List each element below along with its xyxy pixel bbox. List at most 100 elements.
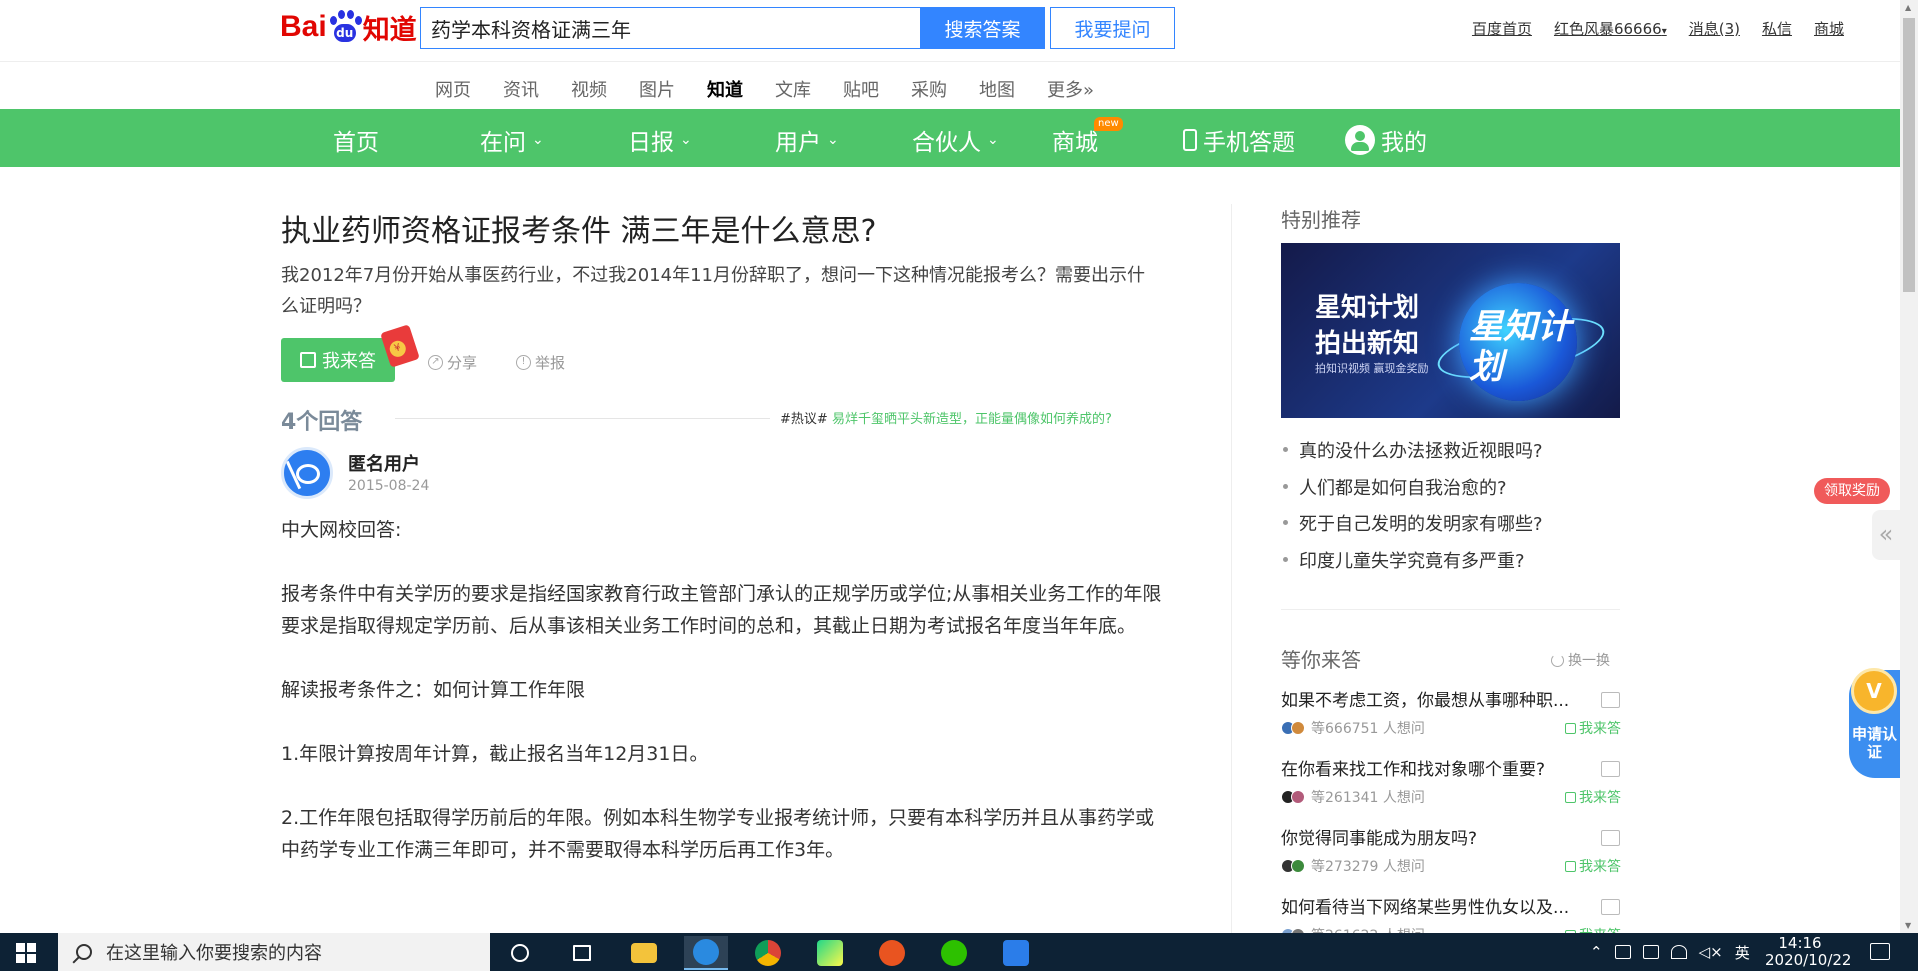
battery-icon[interactable] [1642,945,1659,959]
wait-count: 等666751 人想问 [1311,721,1425,737]
nav-web[interactable]: 网页 [435,70,471,108]
link-username[interactable]: 红色风暴66666▾ [1554,18,1667,39]
nav-wenku[interactable]: 文库 [775,70,811,108]
search-input[interactable] [421,8,920,48]
notification-icon[interactable] [1870,943,1890,960]
collapse-sidebar-button[interactable]: « [1872,510,1900,560]
paw-icon: du [328,10,362,44]
windows-taskbar: 在这里输入你要搜索的内容 ⌃ ◁× 英 14:16 2020/10/22 [0,933,1918,971]
windows-start-icon[interactable] [16,943,36,963]
taskbar-search[interactable]: 在这里输入你要搜索的内容 [58,933,490,971]
nav-news[interactable]: 资讯 [503,70,539,108]
answer-link-label: 我来答 [1579,790,1621,806]
avatar [1291,790,1305,804]
refresh-label: 换一换 [1568,653,1610,669]
clock-time: 14:16 [1778,934,1822,952]
scroll-down-icon[interactable]: ▼ [1905,921,1911,930]
file-explorer-icon[interactable] [622,936,666,970]
answer-link-label: 我来答 [1579,721,1621,737]
refresh-button[interactable]: 换一换 [1551,650,1610,670]
edit-icon [1565,722,1576,734]
answer-paragraph: 中大网校回答: [281,519,402,541]
nav-purchase[interactable]: 采购 [911,70,947,108]
nav-zhidao[interactable]: 知道 [695,70,755,114]
product-nav: 网页 资讯 视频 图片 知道 文库 贴吧 采购 地图 更多» [435,70,1126,114]
task-view-icon[interactable] [560,936,604,970]
scrollbar-thumb[interactable] [1903,18,1915,292]
answer-link[interactable]: 我来答 [1565,787,1621,807]
edit-icon [1565,860,1576,872]
answer-content: 中大网校回答: 报考条件中有关学历的要求是指经国家教育行政主管部门承认的正规学历… [281,514,1171,866]
security-icon[interactable] [1614,945,1631,959]
gnav-users[interactable]: 用户 ⌄ [775,123,839,157]
logo-text-bai: Bai [280,10,327,43]
gnav-mine[interactable]: 我的 [1345,123,1427,157]
link-baidu-home[interactable]: 百度首页 [1472,18,1532,39]
wait-question-title[interactable]: 如果不考虑工资，你最想从事哪种职... [1281,686,1621,711]
link-private-message[interactable]: 私信 [1762,18,1792,39]
report-button[interactable]: ! 举报 [516,352,565,373]
scroll-up-icon[interactable]: ▲ [1905,3,1911,12]
wechat-icon[interactable] [932,936,976,970]
link-mall[interactable]: 商城 [1814,18,1844,39]
ubuntu-icon[interactable] [870,936,914,970]
link-messages[interactable]: 消息(3) [1689,18,1740,39]
ime-indicator[interactable]: 英 [1735,942,1750,963]
refresh-icon [1551,653,1564,667]
chevron-down-icon: ⌄ [987,132,999,148]
cortana-icon[interactable] [498,936,542,970]
alert-icon: ! [516,355,531,370]
gnav-ask[interactable]: 在问 ⌄ [480,123,544,157]
recommend-item[interactable]: 真的没什么办法拯救近视眼吗? [1281,437,1621,474]
wps-writer-icon[interactable] [994,936,1038,970]
image-icon [1601,761,1620,777]
search-answer-button[interactable]: 搜索答案 [920,7,1045,49]
nav-map[interactable]: 地图 [979,70,1015,108]
wait-question-title[interactable]: 你觉得同事能成为朋友吗? [1281,824,1621,849]
hot-topic-link[interactable]: #热议# 易烊千玺晒平头新造型，正能量偶像如何养成的? [780,408,1112,427]
chrome-icon[interactable] [746,936,790,970]
user-icon [1345,125,1375,155]
phone-icon [1183,129,1197,151]
vertical-scrollbar[interactable]: ▲ ▼ [1900,0,1918,933]
star-plan-banner[interactable]: 星知计划 星知计划 拍出新知 拍知识视频 赢现金奖励 [1281,243,1620,418]
nav-images[interactable]: 图片 [639,70,675,108]
answer-link[interactable]: 我来答 [1565,718,1621,738]
taskbar-clock[interactable]: 14:16 2020/10/22 [1765,934,1851,969]
gnav-partner[interactable]: 合伙人 ⌄ [912,123,999,157]
chevron-up-icon[interactable]: ⌃ [1590,943,1603,961]
gnav-mine-label: 我的 [1381,130,1427,156]
apply-certification-button[interactable]: V 申请认证 [1849,668,1900,778]
ask-question-button[interactable]: 我要提问 [1050,7,1175,49]
avatar[interactable] [281,447,333,499]
baidu-zhidao-logo[interactable]: Bai du 知道 [280,8,417,46]
gnav-home[interactable]: 首页 [333,123,379,157]
answer-button[interactable]: 我来答 [281,338,395,382]
nav-video[interactable]: 视频 [571,70,607,108]
wait-question-title[interactable]: 在你看来找工作和找对象哪个重要? [1281,755,1621,780]
wait-question-item: 在你看来找工作和找对象哪个重要? 等261341 人想问 我来答 [1281,755,1621,807]
recommend-item[interactable]: 人们都是如何自我治愈的? [1281,474,1621,511]
logo-text-du: du [333,24,356,42]
nav-tieba[interactable]: 贴吧 [843,70,879,108]
recommend-item[interactable]: 死于自己发明的发明家有哪些? [1281,510,1621,547]
search-box [420,7,920,49]
nav-more[interactable]: 更多» [1047,70,1094,108]
share-button[interactable]: ↗ 分享 [428,352,477,373]
gnav-daily[interactable]: 日报 ⌄ [628,123,692,157]
answer-link[interactable]: 我来答 [1565,856,1621,876]
edge-browser-icon[interactable] [684,936,728,970]
gnav-mobile-answer[interactable]: 手机答题 [1183,123,1295,157]
image-icon [1601,899,1620,915]
pycharm-icon[interactable] [808,936,852,970]
volume-icon[interactable]: ◁× [1699,943,1723,961]
image-icon [1601,830,1620,846]
wait-question-title[interactable]: 如何看待当下网络某些男性仇女以及... [1281,893,1621,918]
chevron-down-icon: ⌄ [827,132,839,148]
system-tray: ⌃ ◁× 英 [1590,933,1750,971]
gnav-mobile-label: 手机答题 [1203,130,1295,156]
recommend-item[interactable]: 印度儿童失学究竟有多严重? [1281,547,1621,584]
claim-reward-button[interactable]: 领取奖励 [1814,478,1890,504]
gnav-mall[interactable]: 商城 new [1052,117,1123,157]
wifi-icon[interactable] [1670,945,1687,959]
